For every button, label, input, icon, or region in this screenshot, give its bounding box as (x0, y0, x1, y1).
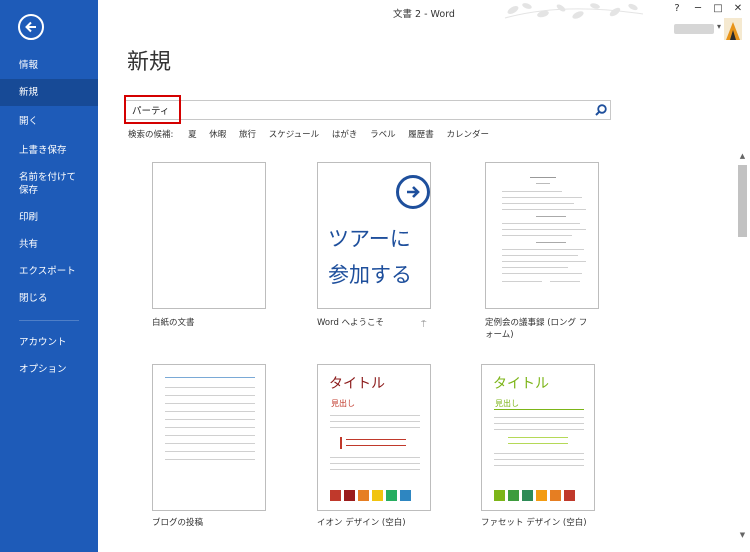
template-label: 白紙の文書 (152, 318, 195, 328)
back-button[interactable] (18, 14, 44, 40)
template-label: ブログの投稿 (152, 518, 204, 528)
pin-icon[interactable]: ⍑ (421, 320, 426, 330)
color-swatch (330, 490, 341, 501)
scroll-down-icon[interactable]: ▼ (737, 531, 748, 541)
color-swatches (330, 486, 414, 501)
search-box (124, 100, 611, 120)
thumb-subtitle: 見出し (331, 399, 355, 408)
suggestion-link[interactable]: はがき (332, 128, 358, 140)
page-title: 新規 (127, 50, 172, 75)
color-swatch (536, 490, 547, 501)
color-swatch (550, 490, 561, 501)
scrollbar-thumb[interactable] (738, 165, 747, 237)
thumb-title: タイトル (493, 376, 549, 392)
color-swatch (344, 490, 355, 501)
search-icon[interactable] (594, 103, 608, 117)
suggestion-link[interactable]: 旅行 (239, 128, 256, 140)
tour-thumbnail-text: ツアーに 参加する (328, 227, 412, 287)
help-button[interactable]: ? (669, 3, 685, 14)
color-swatch (358, 490, 369, 501)
sidebar-item-export[interactable]: エクスポート (0, 258, 98, 285)
template-thumbnail: タイトル 見出し (481, 364, 595, 511)
template-label: Word へようこそ (317, 318, 385, 328)
sidebar-item-open[interactable]: 開く (0, 108, 98, 135)
close-button[interactable]: ✕ (730, 3, 746, 14)
color-swatch (400, 490, 411, 501)
suggestions-label: 検索の候補: (128, 130, 174, 140)
template-thumbnail: ツアーに 参加する (317, 162, 431, 309)
sidebar-nav: 情報 新規 開く 上書き保存 名前を付けて保存 印刷 共有 エクスポート 閉じる… (0, 52, 98, 383)
sidebar-item-close[interactable]: 閉じる (0, 285, 98, 312)
sidebar-divider (19, 320, 79, 321)
arrow-right-circle-icon (396, 175, 430, 209)
account-name[interactable] (674, 24, 714, 34)
template-thumbnail: タイトル 見出し (317, 364, 431, 511)
template-label: 定例会の議事録 (ロング フォーム) (485, 318, 588, 340)
sidebar-item-account[interactable]: アカウント (0, 329, 98, 356)
color-swatch (372, 490, 383, 501)
color-swatch (564, 490, 575, 501)
search-input[interactable] (132, 103, 572, 117)
search-suggestions: 検索の候補: 夏 休暇 旅行 スケジュール はがき ラベル 履歴書 カレンダー (128, 128, 499, 142)
suggestion-link[interactable]: ラベル (370, 128, 396, 140)
sidebar-item-share[interactable]: 共有 (0, 231, 98, 258)
sidebar-item-save-as[interactable]: 名前を付けて保存 (0, 164, 80, 204)
sidebar-item-print[interactable]: 印刷 (0, 204, 98, 231)
thumb-title: タイトル (329, 376, 385, 392)
suggestion-link[interactable]: 休暇 (209, 128, 226, 140)
suggestion-link[interactable]: 履歴書 (408, 128, 434, 140)
sidebar-item-info[interactable]: 情報 (0, 52, 98, 79)
color-swatch (494, 490, 505, 501)
scroll-up-icon[interactable]: ▲ (737, 152, 748, 162)
back-arrow-icon (25, 21, 36, 33)
template-thumbnail (152, 364, 266, 511)
suggestion-link[interactable]: 夏 (188, 128, 197, 140)
color-swatch (522, 490, 533, 501)
suggestion-link[interactable]: スケジュール (269, 128, 319, 140)
search-highlight-box (124, 95, 181, 124)
color-swatch (386, 490, 397, 501)
thumb-subtitle: 見出し (495, 399, 519, 408)
color-swatch (508, 490, 519, 501)
restore-button[interactable]: □ (710, 3, 726, 14)
template-label: ファセット デザイン (空白) (481, 518, 587, 528)
color-swatches (494, 486, 578, 501)
chevron-down-icon[interactable]: ▾ (717, 22, 721, 31)
suggestion-link[interactable]: カレンダー (447, 128, 490, 140)
template-thumbnail (485, 162, 599, 309)
sidebar-item-save[interactable]: 上書き保存 (0, 137, 98, 164)
template-label: イオン デザイン (空白) (317, 518, 406, 528)
backstage-sidebar: 情報 新規 開く 上書き保存 名前を付けて保存 印刷 共有 エクスポート 閉じる… (0, 0, 98, 552)
title-bar: 文書 2 - Word ? ─ □ ✕ ▾ (98, 0, 750, 40)
minimize-button[interactable]: ─ (690, 3, 706, 14)
avatar[interactable] (724, 18, 742, 40)
sidebar-item-new[interactable]: 新規 (0, 79, 98, 106)
sidebar-item-options[interactable]: オプション (0, 356, 98, 383)
template-thumbnail (152, 162, 266, 309)
window-title: 文書 2 - Word (393, 9, 455, 20)
